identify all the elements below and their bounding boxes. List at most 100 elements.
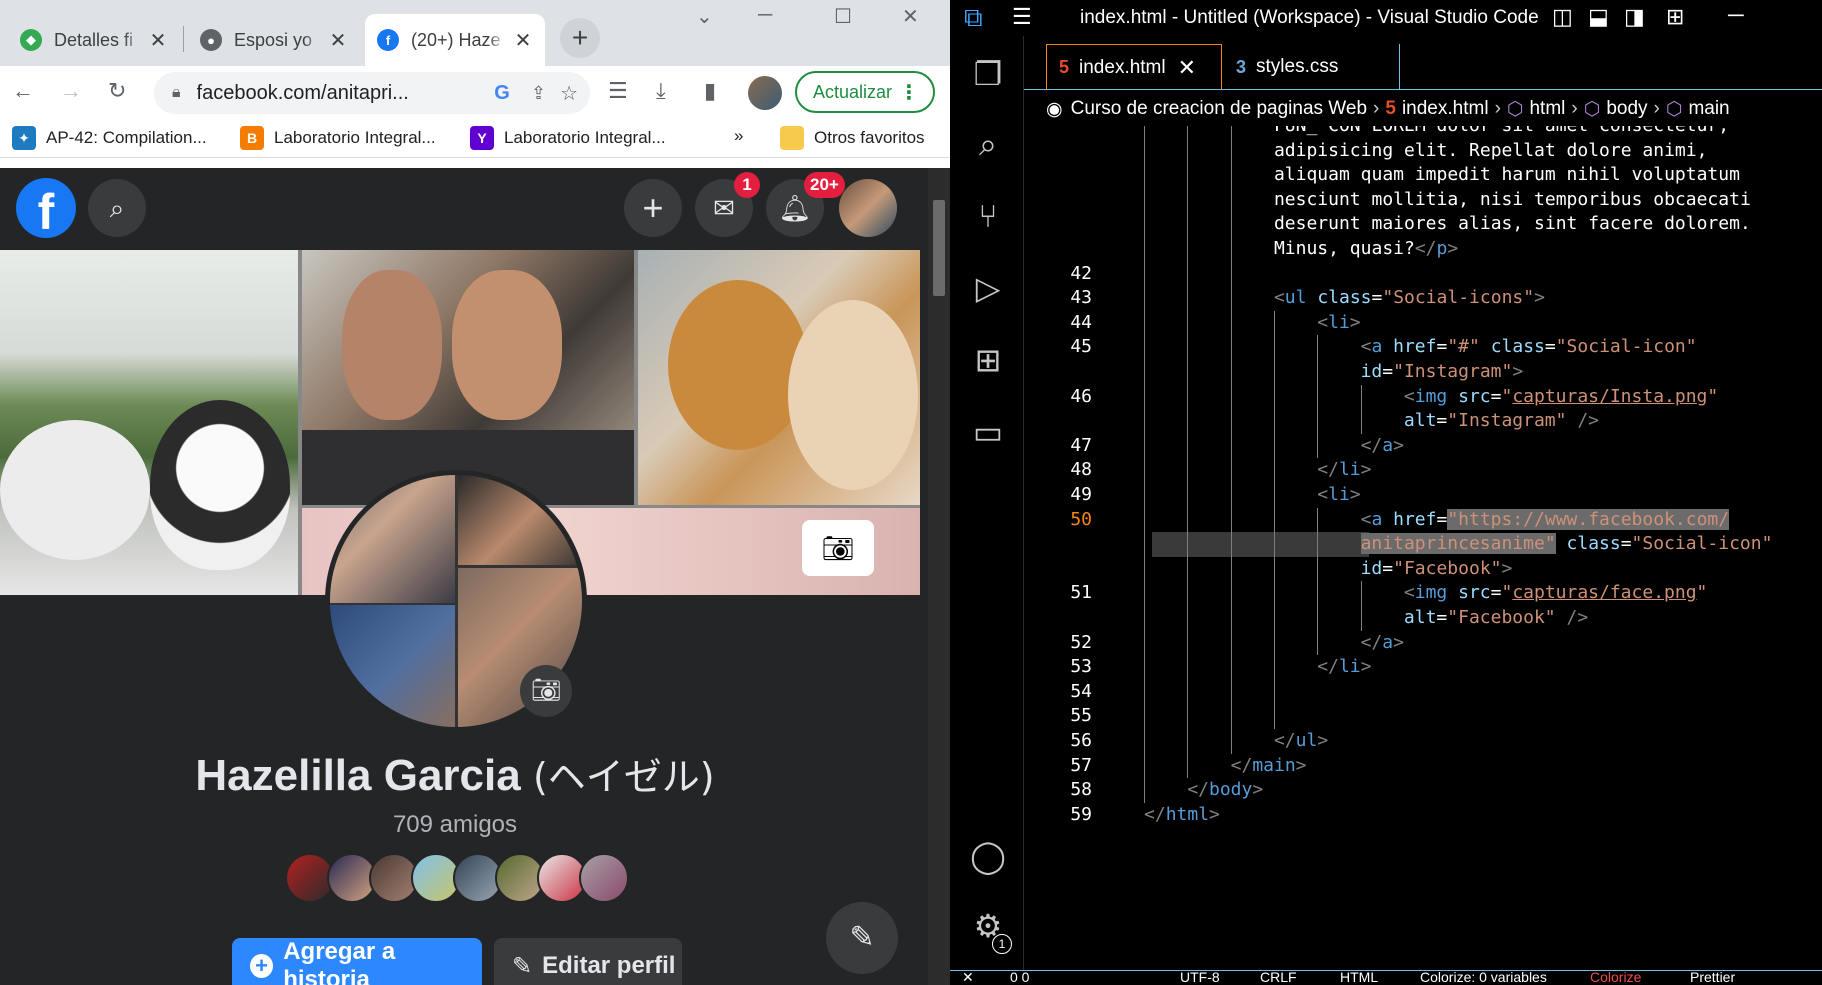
code-line[interactable]: </a>	[1361, 631, 1404, 656]
browser-tab-1[interactable]: ◆ Detalles fi ✕	[8, 14, 180, 66]
code-line[interactable]: <li>	[1317, 311, 1360, 336]
breadcrumb-item[interactable]: html	[1529, 98, 1565, 120]
code-line[interactable]: <a href="#" class="Social-icon"	[1361, 335, 1697, 360]
profile-avatar[interactable]	[748, 76, 782, 110]
code-editor[interactable]: FUN_ CON LOREM dolor sit amet consectetu…	[1024, 126, 1822, 970]
remote-explorer-icon[interactable]: ▭	[968, 412, 1008, 452]
more-bookmarks-button[interactable]: »	[734, 126, 743, 146]
update-button[interactable]: Actualizar ⋮	[795, 71, 935, 113]
run-debug-icon[interactable]: ▷	[968, 268, 1008, 308]
remote-icon[interactable]: ✕	[962, 971, 974, 985]
code-line[interactable]: deserunt maiores alias, sint facere dolo…	[1274, 212, 1751, 237]
breadcrumb-item[interactable]: index.html	[1402, 98, 1489, 120]
close-icon[interactable]: ✕	[513, 28, 533, 53]
search-icon[interactable]: ⌕	[88, 179, 146, 237]
tab-index-html[interactable]: 5 index.html ✕	[1046, 44, 1222, 90]
close-icon[interactable]: ✕	[148, 28, 168, 53]
code-line[interactable]: id="Instagram">	[1361, 360, 1524, 385]
minimize-icon[interactable]: ─	[758, 4, 772, 27]
colorize-status[interactable]: Colorize: 0 variables	[1420, 971, 1547, 985]
hamburger-menu-icon[interactable]: ☰	[1012, 4, 1032, 30]
accounts-icon[interactable]: ◯	[968, 836, 1008, 876]
code-line[interactable]: id="Facebook">	[1361, 557, 1513, 582]
bookmark-ap42[interactable]: ✦ AP-42: Compilation...	[12, 126, 207, 150]
friends-count[interactable]: 709 amigos	[0, 811, 910, 839]
bookmark-lab-2[interactable]: Y Laboratorio Integral...	[470, 126, 666, 150]
code-line[interactable]: </li>	[1317, 458, 1371, 483]
toggle-panel-icon[interactable]: ⬓	[1588, 4, 1609, 30]
tab-search-icon[interactable]: ⌄	[696, 4, 713, 29]
edit-profile-button[interactable]: ✎ Editar perfil	[494, 938, 682, 985]
code-line[interactable]: alt="Facebook" />	[1404, 606, 1588, 631]
media-queue-icon[interactable]: ☰	[608, 78, 628, 104]
breadcrumb-item[interactable]: Curso de creacion de paginas Web	[1071, 98, 1367, 120]
address-bar[interactable]: 🔒︎ facebook.com/anitapri... G ⇪ ☆	[154, 72, 590, 114]
facebook-logo[interactable]: f	[16, 178, 76, 240]
toggle-sidebar-icon[interactable]: ◫	[1552, 4, 1573, 30]
forward-icon[interactable]: →	[60, 78, 82, 104]
code-line[interactable]: <a href="https://www.facebook.com/	[1361, 508, 1730, 533]
compose-edit-icon[interactable]: ✎	[826, 902, 898, 974]
search-icon[interactable]: ⌕	[968, 124, 1008, 164]
share-icon[interactable]: ⇪	[531, 83, 546, 104]
new-tab-button[interactable]: +	[560, 18, 600, 58]
code-line[interactable]: FUN_ CON LOREM dolor sit amet consectetu…	[1274, 126, 1729, 139]
breadcrumb-item[interactable]: body	[1606, 98, 1647, 120]
code-line[interactable]: <ul class="Social-icons">	[1274, 286, 1545, 311]
code-line[interactable]: adipisicing elit. Repellat dolore animi,	[1274, 139, 1707, 164]
close-window-icon[interactable]: ✕	[902, 4, 919, 29]
colorize-toggle[interactable]: Colorize	[1590, 971, 1641, 985]
code-line[interactable]: aliquam quam impedit harum nihil volupta…	[1274, 163, 1740, 188]
code-line[interactable]: nesciunt mollitia, nisi temporibus obcae…	[1274, 188, 1751, 213]
bookmark-star-icon[interactable]: ☆	[560, 81, 578, 106]
code-line[interactable]: </a>	[1361, 434, 1404, 459]
code-line[interactable]: </li>	[1317, 655, 1371, 680]
google-lens-icon[interactable]: G	[489, 80, 515, 106]
indent-guide	[1230, 237, 1232, 262]
menu-dots-icon[interactable]: ⋮	[899, 80, 919, 105]
eol-status[interactable]: CRLF	[1260, 971, 1297, 985]
add-story-button[interactable]: + Agregar a historia	[232, 938, 482, 985]
language-status[interactable]: HTML	[1340, 971, 1378, 985]
code-line[interactable]: </html>	[1144, 803, 1220, 828]
scrollbar-thumb[interactable]	[933, 200, 945, 296]
bookmark-lab-1[interactable]: B Laboratorio Integral...	[240, 126, 436, 150]
code-line[interactable]: alt="Instagram" />	[1404, 409, 1599, 434]
problems-indicator[interactable]: 0 0	[1010, 971, 1029, 985]
close-icon[interactable]: ✕	[328, 28, 348, 53]
source-control-icon[interactable]: ⑂	[968, 196, 1008, 236]
reload-icon[interactable]: ↻	[108, 78, 126, 104]
back-icon[interactable]: ←	[12, 78, 34, 104]
code-line[interactable]: <li>	[1317, 483, 1360, 508]
encoding-status[interactable]: UTF-8	[1180, 971, 1220, 985]
create-plus-icon[interactable]: +	[624, 179, 682, 237]
edit-profile-photo-camera-icon[interactable]: 📷︎	[520, 665, 572, 717]
code-line[interactable]: <img src="capturas/face.png"	[1404, 581, 1707, 606]
prettier-status[interactable]: Prettier	[1690, 971, 1735, 985]
page-scrollbar[interactable]	[928, 168, 950, 985]
customize-layout-icon[interactable]: ⊞	[1666, 4, 1684, 30]
close-icon[interactable]: ✕	[1178, 55, 1196, 81]
code-line[interactable]: Minus, quasi?</p>	[1274, 237, 1458, 262]
code-line[interactable]: anitaprincesanime" class="Social-icon"	[1360, 532, 1772, 557]
explorer-icon[interactable]: ❐	[968, 54, 1008, 94]
toggle-secondary-sidebar-icon[interactable]: ◨	[1624, 4, 1645, 30]
tab-styles-css[interactable]: 3 styles.css	[1224, 44, 1400, 90]
code-line[interactable]: </main>	[1231, 754, 1307, 779]
side-panel-icon[interactable]: ▮	[704, 78, 716, 104]
friend-avatar[interactable]	[579, 853, 629, 903]
other-bookmarks-folder[interactable]: Otros favoritos	[780, 126, 925, 150]
maximize-icon[interactable]: ☐	[834, 4, 852, 29]
code-line[interactable]: <img src="capturas/Insta.png"	[1404, 385, 1718, 410]
breadcrumb-item[interactable]: main	[1688, 98, 1729, 120]
edit-cover-camera-icon[interactable]: 📷︎	[802, 520, 874, 576]
code-line[interactable]: </ul>	[1274, 729, 1328, 754]
account-avatar[interactable]	[839, 179, 897, 237]
browser-tab-3[interactable]: f (20+) Haze ✕	[365, 14, 545, 66]
code-line[interactable]: </body>	[1187, 778, 1263, 803]
browser-tab-2[interactable]: ● Esposi yo ✕	[188, 14, 360, 66]
extensions-icon[interactable]: ⊞	[968, 340, 1008, 380]
minimize-icon[interactable]: ─	[1728, 2, 1744, 28]
download-icon[interactable]: ⤓	[656, 78, 666, 104]
